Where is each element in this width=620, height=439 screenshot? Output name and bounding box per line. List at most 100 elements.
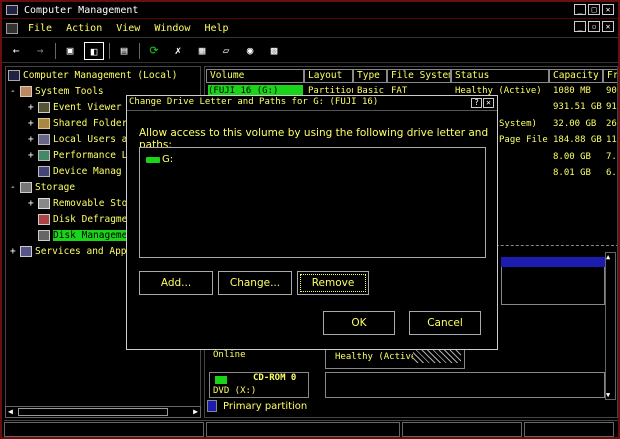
free-cell: 91 <box>606 102 617 112</box>
refresh-icon[interactable]: ⟳ <box>144 42 164 60</box>
computer-management-icon <box>6 5 18 15</box>
minimize-button[interactable]: _ <box>574 4 586 15</box>
child-close-button[interactable]: ✕ <box>602 21 614 32</box>
column-volume[interactable]: Volume <box>206 69 304 83</box>
expand-icon[interactable]: + <box>28 101 38 115</box>
child-minimize-button[interactable]: _ <box>574 21 586 32</box>
capacity-cell: 1080 MB <box>553 86 591 96</box>
defrag-icon <box>38 214 50 225</box>
tree-disk-management[interactable]: Disk Manageme <box>28 229 128 243</box>
disk-management-icon <box>38 230 50 241</box>
tree-local-users[interactable]: + Local Users a <box>28 133 127 147</box>
list-item[interactable]: G: <box>146 154 173 165</box>
scroll-down-icon[interactable]: ▼ <box>606 391 610 399</box>
open-folder-icon[interactable]: ▱ <box>216 42 236 60</box>
column-type[interactable]: Type <box>353 69 387 83</box>
capacity-cell: 32.00 GB <box>553 119 597 129</box>
device-manager-icon <box>38 166 50 177</box>
status-bar <box>4 420 618 437</box>
cdrom-partition-block[interactable] <box>325 372 605 398</box>
legend: Primary partition <box>207 400 307 412</box>
cdrom-icon <box>215 376 227 384</box>
expand-icon[interactable]: + <box>28 117 38 131</box>
column-free[interactable]: Fr <box>603 69 617 83</box>
status-cell: Page File) <box>499 135 549 145</box>
dialog-title: Change Drive Letter and Paths for G: (FU… <box>129 97 379 107</box>
storage-icon <box>20 182 32 193</box>
tree-removable-storage[interactable]: + Removable Sto <box>28 197 127 211</box>
column-layout[interactable]: Layout <box>304 69 353 83</box>
expand-icon[interactable]: + <box>10 245 20 259</box>
tree-disk-defragmenter[interactable]: Disk Defragme <box>28 213 127 227</box>
scroll-right-icon[interactable]: ▶ <box>193 407 198 416</box>
settings-icon[interactable]: ▩ <box>264 42 284 60</box>
tree-root[interactable]: Computer Management (Local) <box>8 69 177 83</box>
export-icon[interactable]: ▦ <box>192 42 212 60</box>
help-button[interactable]: ? <box>471 98 482 108</box>
dialog-title-divider <box>127 110 497 111</box>
event-viewer-icon <box>38 102 50 113</box>
tree-system-tools[interactable]: - System Tools <box>10 85 104 99</box>
menu-view[interactable]: View <box>116 23 140 34</box>
toolbar-separator <box>55 42 56 59</box>
status-pane <box>402 422 522 437</box>
scrollbar-thumb[interactable] <box>18 408 168 416</box>
close-button[interactable]: ✕ <box>602 4 614 15</box>
change-button[interactable]: Change... <box>218 271 292 295</box>
column-status[interactable]: Status <box>451 69 549 83</box>
add-button[interactable]: Add... <box>139 271 213 295</box>
properties-icon[interactable]: ▤ <box>114 42 134 60</box>
computer-management-window: Computer Management _ □ ✕ File Action Vi… <box>0 0 620 439</box>
tree-horizontal-scrollbar[interactable]: ◀ ▶ <box>5 406 201 418</box>
back-arrow-icon[interactable]: ← <box>6 42 26 60</box>
tree-shared-folders[interactable]: + Shared Folder <box>28 117 127 131</box>
menu-action[interactable]: Action <box>66 23 102 34</box>
expand-icon[interactable]: + <box>28 133 38 147</box>
delete-icon[interactable]: ✗ <box>168 42 188 60</box>
dialog-close-button[interactable]: ✕ <box>483 98 494 108</box>
tree-event-viewer[interactable]: + Event Viewer <box>28 101 122 115</box>
maximize-button[interactable]: □ <box>588 4 600 15</box>
column-capacity[interactable]: Capacity <box>549 69 603 83</box>
column-file-system[interactable]: File System <box>387 69 451 83</box>
tree-performance[interactable]: + Performance L <box>28 149 127 163</box>
collapse-icon[interactable]: - <box>10 181 20 195</box>
menu-window[interactable]: Window <box>154 23 190 34</box>
lower-vertical-scrollbar[interactable]: ▲ ▼ <box>605 252 616 400</box>
capacity-cell: 8.01 GB <box>553 168 591 178</box>
expand-icon[interactable]: + <box>28 149 38 163</box>
menu-bar: File Action View Window Help _ ▫ ✕ <box>2 20 618 38</box>
free-cell: 26 <box>606 119 617 129</box>
computer-icon <box>8 70 20 81</box>
collapse-icon[interactable]: - <box>10 85 20 99</box>
free-cell: 7. <box>606 152 617 162</box>
forward-arrow-icon[interactable]: → <box>30 42 50 60</box>
tree-services-applications[interactable]: + Services and Appl <box>10 245 132 259</box>
remove-button[interactable]: Remove <box>297 271 369 295</box>
partition-block[interactable] <box>501 267 605 305</box>
show-hide-tree-icon[interactable]: ◧ <box>84 41 104 60</box>
tree-storage[interactable]: - Storage <box>10 181 75 195</box>
child-restore-button[interactable]: ▫ <box>588 21 600 32</box>
status-cell: System) <box>499 119 537 129</box>
search-icon[interactable]: ◉ <box>240 42 260 60</box>
tree-device-manager[interactable]: Device Manag <box>28 165 122 179</box>
scroll-up-icon[interactable]: ▲ <box>606 253 610 261</box>
cancel-button[interactable]: Cancel <box>409 311 481 335</box>
free-cell: 90 <box>606 86 617 96</box>
system-menu-icon[interactable] <box>6 23 18 34</box>
status-pane <box>4 422 204 437</box>
menu-file[interactable]: File <box>28 23 52 34</box>
up-folder-icon[interactable]: ▣ <box>60 42 80 60</box>
primary-partition-swatch <box>207 400 217 412</box>
expand-icon[interactable]: + <box>28 197 38 211</box>
status-pane <box>524 422 614 437</box>
status-pane <box>206 422 400 437</box>
scroll-left-icon[interactable]: ◀ <box>8 407 13 416</box>
performance-icon <box>38 150 50 161</box>
dvd-label: DVD (X:) <box>213 386 257 396</box>
ok-button[interactable]: OK <box>323 311 395 335</box>
menu-help[interactable]: Help <box>204 23 228 34</box>
disk-online-status: Online <box>213 350 246 360</box>
drive-paths-list[interactable]: G: <box>139 147 486 258</box>
